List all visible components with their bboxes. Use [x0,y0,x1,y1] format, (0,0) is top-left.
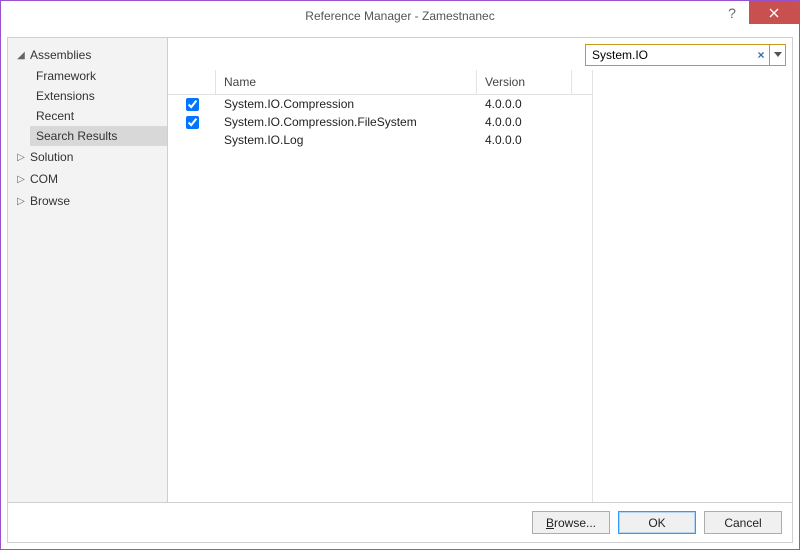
results-list: Name Version System.IO.Compression4.0.0.… [168,70,593,502]
row-checkbox-empty[interactable] [186,134,199,147]
sidebar-category-label: COM [30,172,58,186]
search-input[interactable] [586,48,753,62]
row-check-cell [168,134,216,147]
sidebar-subitems-assemblies: Framework Extensions Recent Search Resul… [8,66,167,146]
browse-button[interactable]: Browse... [532,511,610,534]
row-check-cell [168,98,216,111]
row-check-cell [168,116,216,129]
content-area: Name Version System.IO.Compression4.0.0.… [168,70,792,502]
close-icon [769,8,779,18]
table-row[interactable]: System.IO.Compression4.0.0.0 [168,95,592,113]
chevron-right-icon: ▷ [16,196,26,207]
sidebar-item-recent[interactable]: Recent [30,106,167,126]
row-version: 4.0.0.0 [477,133,572,147]
dialog-content: ◢ Assemblies Framework Extensions Recent… [7,37,793,543]
column-header-version[interactable]: Version [477,70,572,94]
table-row[interactable]: System.IO.Compression.FileSystem4.0.0.0 [168,113,592,131]
close-button[interactable] [749,1,799,24]
titlebar: Reference Manager - Zamestnanec ? [1,1,799,31]
chevron-down-icon [774,52,782,58]
sidebar-category-browse[interactable]: ▷ Browse [8,190,167,212]
window-title: Reference Manager - Zamestnanec [305,9,494,23]
search-box[interactable]: × [585,44,770,66]
row-name: System.IO.Log [216,133,477,147]
search-dropdown-button[interactable] [770,44,786,66]
column-headers: Name Version [168,70,592,95]
help-button[interactable]: ? [715,1,749,24]
sidebar-category-label: Browse [30,194,70,208]
sidebar-item-search-results[interactable]: Search Results [30,126,167,146]
sidebar-category-label: Assemblies [30,48,91,62]
dialog-footer: Browse... OK Cancel [8,502,792,542]
column-header-pad [572,70,592,94]
reference-manager-window: Reference Manager - Zamestnanec ? ◢ Asse… [0,0,800,550]
column-header-check[interactable] [168,70,216,94]
cancel-label: Cancel [724,516,761,530]
main-panel: × Name Version System.IO.Com [168,38,792,502]
sidebar-item-label: Extensions [36,89,95,103]
chevron-right-icon: ▷ [16,174,26,185]
clear-search-button[interactable]: × [753,48,769,62]
results-rows: System.IO.Compression4.0.0.0System.IO.Co… [168,95,592,149]
row-version: 4.0.0.0 [477,97,572,111]
detail-panel [593,70,792,502]
sidebar-item-label: Framework [36,69,96,83]
help-icon: ? [728,5,736,21]
sidebar-item-extensions[interactable]: Extensions [30,86,167,106]
sidebar: ◢ Assemblies Framework Extensions Recent… [8,38,168,502]
sidebar-category-com[interactable]: ▷ COM [8,168,167,190]
row-checkbox[interactable] [186,116,199,129]
table-row[interactable]: System.IO.Log4.0.0.0 [168,131,592,149]
chevron-right-icon: ▷ [16,152,26,163]
sidebar-category-solution[interactable]: ▷ Solution [8,146,167,168]
titlebar-buttons: ? [715,1,799,24]
ok-label: OK [648,516,665,530]
row-name: System.IO.Compression [216,97,477,111]
column-header-name[interactable]: Name [216,70,477,94]
toolbar: × [168,38,792,70]
row-checkbox[interactable] [186,98,199,111]
sidebar-item-label: Recent [36,109,74,123]
chevron-down-icon: ◢ [16,50,26,61]
cancel-button[interactable]: Cancel [704,511,782,534]
sidebar-category-assemblies[interactable]: ◢ Assemblies [8,44,167,66]
dialog-body: ◢ Assemblies Framework Extensions Recent… [8,38,792,502]
sidebar-category-label: Solution [30,150,73,164]
ok-button[interactable]: OK [618,511,696,534]
sidebar-item-framework[interactable]: Framework [30,66,167,86]
sidebar-item-label: Search Results [36,129,117,143]
row-version: 4.0.0.0 [477,115,572,129]
row-name: System.IO.Compression.FileSystem [216,115,477,129]
